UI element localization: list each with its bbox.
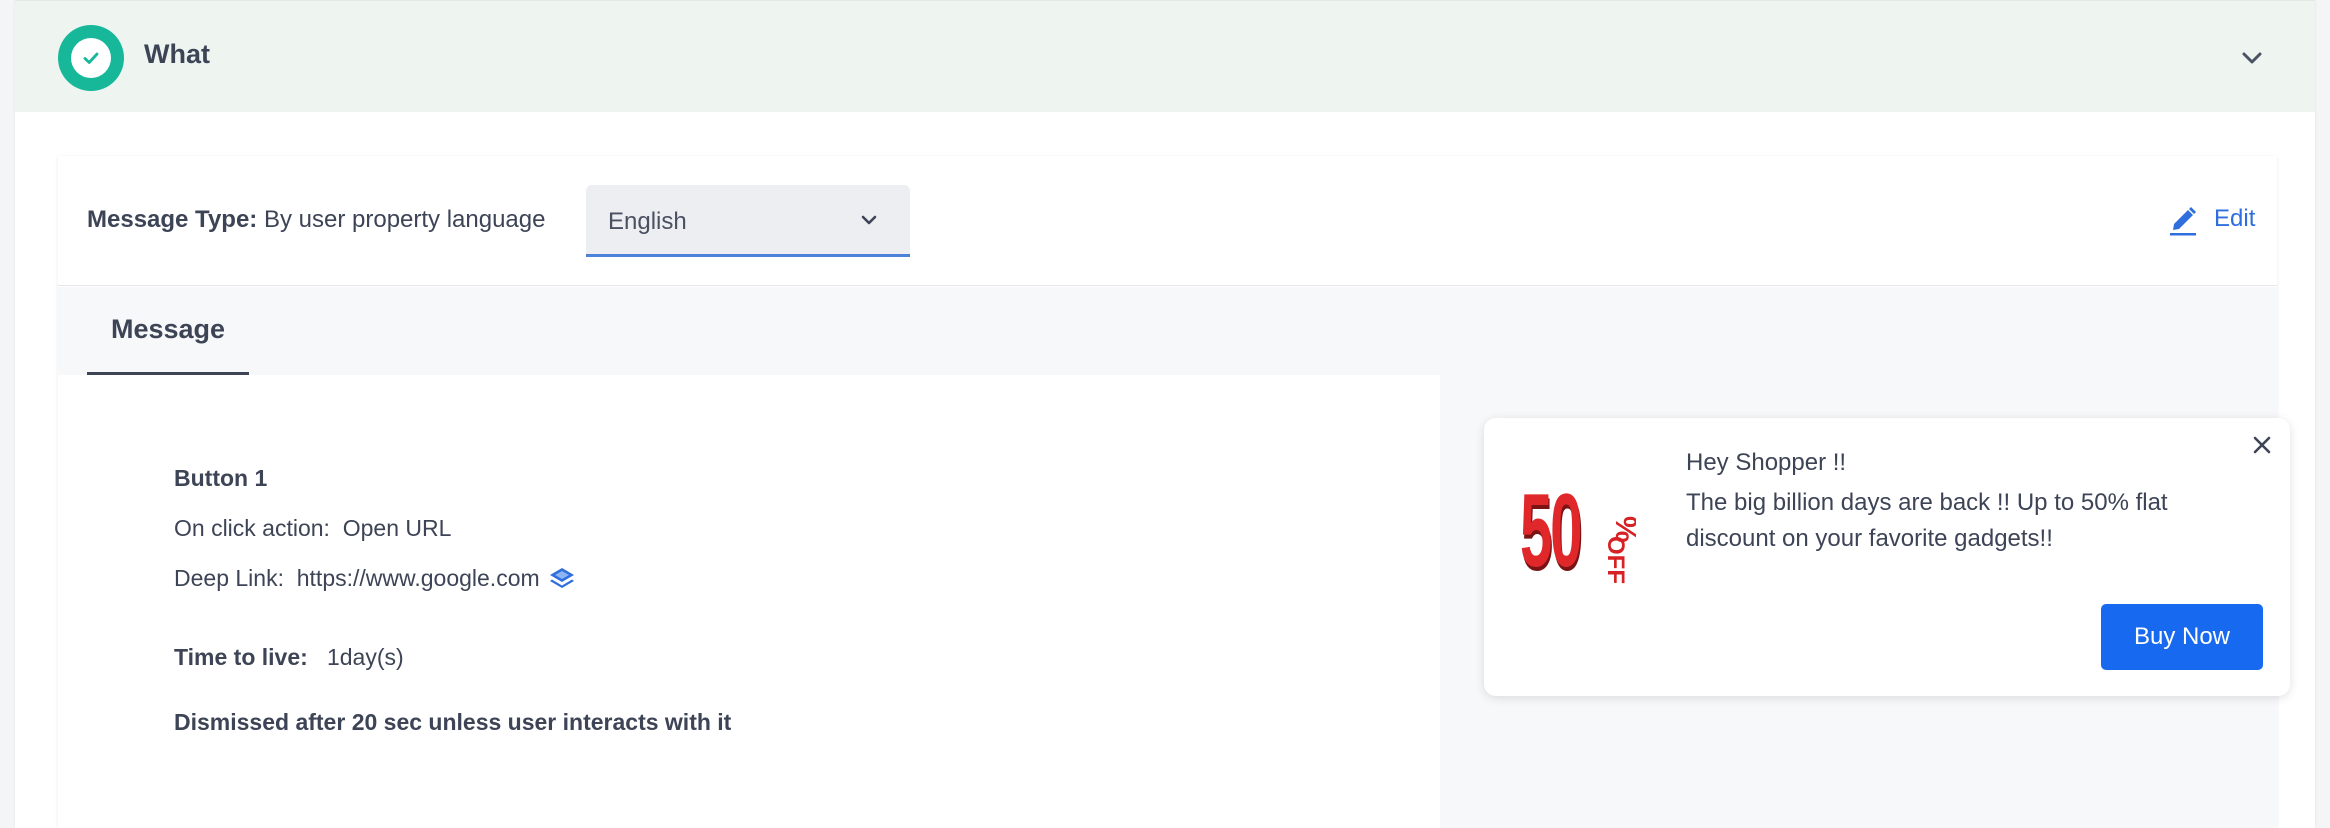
edit-label: Edit [2214, 205, 2256, 232]
chevron-down-icon [861, 215, 877, 225]
deep-link-row: Deep Link: https://www.google.com [174, 565, 576, 592]
layers-icon[interactable] [548, 566, 576, 592]
tab-bar: Message [58, 287, 1440, 375]
tab-message[interactable]: Message [87, 287, 249, 375]
message-details: Message Button 1 On click action: Open U… [58, 287, 1440, 828]
message-type-row: Message Type: By user property language … [58, 156, 2277, 286]
notification-title: Hey Shopper !! [1686, 449, 1847, 476]
language-select[interactable]: English [586, 185, 910, 257]
language-select-value: English [608, 208, 687, 235]
notification-preview: 50 50 % OFF Hey Shopper !! The big billi… [1484, 418, 2290, 696]
what-section-card: What Message Type: By user property lang… [15, 0, 2315, 828]
message-type-value: By user property language [263, 206, 546, 233]
svg-text:OFF: OFF [1602, 536, 1629, 584]
notification-body: The big billion days are back !! Up to 5… [1686, 489, 2168, 552]
button-name: Button 1 [174, 465, 268, 491]
buy-now-button[interactable]: Buy Now [2101, 604, 2263, 670]
svg-text:50: 50 [1520, 472, 1581, 588]
on-click-action-value: Open URL [342, 515, 452, 541]
edit-button[interactable]: Edit [2168, 202, 2255, 236]
pencil-icon [2170, 207, 2196, 236]
check-circle-icon [58, 25, 124, 91]
on-click-action-row: On click action: Open URL [174, 515, 452, 541]
dismiss-info: Dismissed after 20 sec unless user inter… [174, 709, 732, 735]
deep-link-value: https://www.google.com [296, 565, 540, 591]
promo-image: 50 50 % OFF [1520, 472, 1636, 590]
close-icon[interactable] [2249, 432, 2275, 458]
section-title: What [144, 39, 210, 69]
preview-pane: 50 50 % OFF Hey Shopper !! The big billi… [1440, 287, 2290, 828]
chevron-down-icon[interactable] [2237, 43, 2267, 73]
time-to-live-value: 1day(s) [326, 644, 404, 670]
time-to-live-row: Time to live: 1day(s) [174, 644, 404, 670]
message-type-label: Message Type: By user property language [87, 206, 546, 233]
what-section-header[interactable]: What [15, 0, 2315, 112]
message-panel: Message Type: By user property language … [58, 156, 2290, 828]
